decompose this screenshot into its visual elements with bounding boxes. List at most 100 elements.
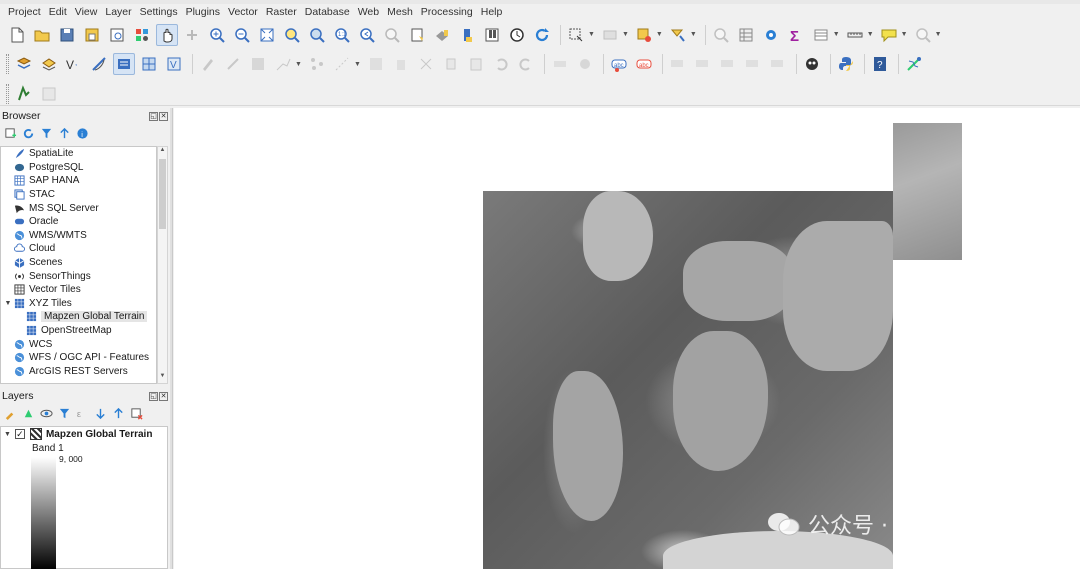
browser-item-vector-tiles[interactable]: Vector Tiles (1, 283, 156, 297)
expand-all-icon[interactable] (93, 406, 107, 420)
add-virtual-layer-icon[interactable]: V (163, 53, 185, 75)
menu-help[interactable]: Help (477, 6, 507, 18)
locator-icon[interactable] (912, 24, 934, 46)
browser-item-wcs[interactable]: WCS (1, 337, 156, 351)
highlight-label-icon[interactable] (692, 53, 714, 75)
toolbar-handle[interactable] (6, 83, 9, 104)
filter-legend-icon[interactable] (57, 406, 71, 420)
vertex-tool-icon[interactable] (306, 53, 328, 75)
close-icon[interactable]: ✕ (159, 391, 168, 401)
modify-attributes-icon[interactable] (331, 53, 353, 75)
layer-visibility-checkbox[interactable]: ✓ (14, 429, 25, 439)
add-postgis-icon[interactable] (113, 53, 135, 75)
attribute-table-icon[interactable] (710, 24, 732, 46)
remove-layer-icon[interactable] (129, 406, 143, 420)
open-project-icon[interactable] (31, 24, 53, 46)
add-mesh-icon[interactable] (138, 53, 160, 75)
browser-item-cloud[interactable]: Cloud (1, 242, 156, 256)
copy-features-icon[interactable] (440, 53, 462, 75)
copy-layout-icon[interactable] (38, 83, 60, 105)
move-label-icon[interactable] (742, 53, 764, 75)
menu-plugins[interactable]: Plugins (182, 6, 224, 18)
menu-database[interactable]: Database (301, 6, 354, 18)
browser-item-sensorthings[interactable]: SensorThings (1, 269, 156, 283)
browser-item-oracle[interactable]: Oracle (1, 215, 156, 229)
browser-item-wms-wmts[interactable]: WMS/WMTS (1, 229, 156, 243)
browser-item-spatialite[interactable]: SpatiaLite (1, 147, 156, 161)
manage-map-themes-icon[interactable] (39, 406, 53, 420)
pan-icon[interactable] (156, 23, 178, 46)
menu-mesh[interactable]: Mesh (383, 6, 417, 18)
scroll-down-icon[interactable]: ▼ (158, 373, 167, 383)
chevron-down-icon[interactable]: ▼ (901, 31, 908, 38)
deselect-icon[interactable] (599, 24, 621, 46)
save-as-icon[interactable] (81, 24, 103, 46)
browser-item-ms-sql-server[interactable]: MS SQL Server (1, 201, 156, 215)
add-delimited-text-icon[interactable]: V, (63, 53, 85, 75)
settings-gear-icon[interactable] (760, 24, 782, 46)
menu-settings[interactable]: Settings (136, 6, 182, 18)
info-icon[interactable]: i (75, 126, 89, 140)
browser-item-arcgis-rest-servers[interactable]: ArcGIS REST Servers (1, 365, 156, 379)
browser-item-postgresql[interactable]: PostgreSQL (1, 161, 156, 175)
menu-web[interactable]: Web (354, 6, 383, 18)
map-canvas[interactable]: 公众号 · GIS与AI (174, 108, 1080, 569)
processing-toolbox-icon[interactable] (735, 24, 757, 46)
add-selected-layers-icon[interactable] (3, 126, 17, 140)
zoom-layer-icon[interactable] (306, 24, 328, 46)
python-console-icon[interactable] (835, 53, 857, 75)
browser-item-wfs-ogc-api-features[interactable]: WFS / OGC API - Features (1, 351, 156, 365)
pin-label-icon[interactable] (574, 53, 596, 75)
new-3d-view-icon[interactable] (481, 24, 503, 46)
save-project-icon[interactable] (56, 24, 78, 46)
open-styling-icon[interactable] (3, 406, 17, 420)
zoom-native-icon[interactable]: 1:1 (331, 24, 353, 46)
chevron-down-icon[interactable]: ▼ (935, 31, 942, 38)
refresh-icon[interactable] (531, 24, 553, 46)
menu-layer[interactable]: Layer (101, 6, 135, 18)
chevron-down-icon[interactable]: ▼ (3, 300, 13, 307)
edit-pencil-icon[interactable] (222, 53, 244, 75)
scrollbar-thumb[interactable] (159, 159, 166, 229)
filter-icon[interactable] (39, 126, 53, 140)
browser-item-xyz-tiles[interactable]: ▼ XYZ Tiles (1, 297, 156, 311)
modify-table-icon[interactable] (365, 53, 387, 75)
delete-selected-icon[interactable] (390, 53, 412, 75)
refresh-icon[interactable] (21, 126, 35, 140)
browser-item-sap-hana[interactable]: SAP HANA (1, 174, 156, 188)
select-features-icon[interactable] (565, 24, 587, 46)
select-value-icon[interactable] (633, 24, 655, 46)
menu-view[interactable]: View (71, 6, 102, 18)
browser-item-scenes[interactable]: Scenes (1, 256, 156, 270)
cut-features-icon[interactable] (415, 53, 437, 75)
filter-expression-icon[interactable]: ε (75, 406, 89, 420)
menu-edit[interactable]: Edit (45, 6, 71, 18)
save-edits-icon[interactable] (247, 53, 269, 75)
measure-icon[interactable] (844, 24, 866, 46)
print-layout-icon[interactable] (106, 24, 128, 46)
chevron-down-icon[interactable]: ▼ (656, 31, 663, 38)
menu-project[interactable]: Project (4, 6, 45, 18)
browser-item-openstreetmap[interactable]: OpenStreetMap (1, 324, 156, 338)
new-bookmark-icon[interactable] (406, 24, 428, 46)
panel-splitter[interactable] (170, 108, 173, 569)
chevron-down-icon[interactable]: ▼ (588, 31, 595, 38)
zoom-selection-icon[interactable] (281, 24, 303, 46)
change-label-icon[interactable] (667, 53, 689, 75)
collapse-all-icon[interactable] (57, 126, 71, 140)
float-panel-icon[interactable]: ◱ (149, 111, 158, 121)
browser-item-stac[interactable]: STAC (1, 188, 156, 202)
show-labels-icon[interactable]: abc (608, 53, 630, 75)
chevron-down-icon[interactable]: ▼ (867, 31, 874, 38)
paste-features-icon[interactable] (465, 53, 487, 75)
menu-processing[interactable]: Processing (417, 6, 477, 18)
style-manager-icon[interactable] (131, 24, 153, 46)
redo-icon[interactable] (515, 53, 537, 75)
temporal-controller-icon[interactable] (506, 24, 528, 46)
diagram-icon[interactable] (767, 53, 789, 75)
browser-scrollbar[interactable]: ▲ ▼ (157, 146, 168, 384)
georeferencer-icon[interactable] (903, 53, 925, 75)
toolbar-handle[interactable] (6, 54, 9, 74)
add-spatialite-icon[interactable] (88, 53, 110, 75)
label-icon[interactable] (549, 53, 571, 75)
